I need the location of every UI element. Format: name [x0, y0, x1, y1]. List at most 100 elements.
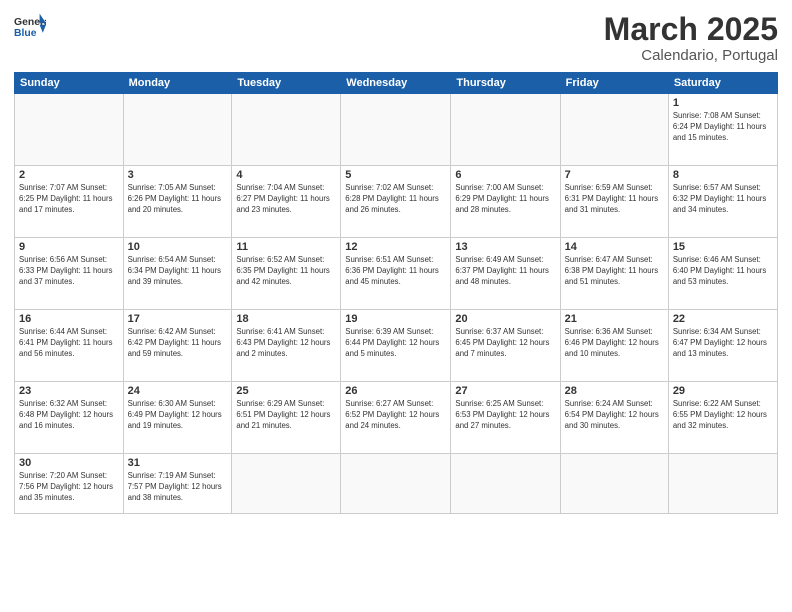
table-row: [451, 94, 560, 166]
day-number: 27: [455, 385, 555, 397]
day-number: 19: [345, 313, 446, 325]
day-info: Sunrise: 6:41 AM Sunset: 6:43 PM Dayligh…: [236, 327, 336, 360]
day-number: 6: [455, 169, 555, 181]
title-block: March 2025 Calendario, Portugal: [604, 12, 778, 64]
table-row: [560, 454, 668, 514]
day-number: 3: [128, 169, 228, 181]
day-info: Sunrise: 6:56 AM Sunset: 6:33 PM Dayligh…: [19, 255, 119, 288]
table-row: 5Sunrise: 7:02 AM Sunset: 6:28 PM Daylig…: [341, 166, 451, 238]
table-row: 29 Sunrise: 6:22 AM Sunset: 6:55 PM Dayli…: [668, 382, 777, 454]
table-row: 2 Sunrise: 7:07 AM Sunset: 6:25 PM Daylig…: [15, 166, 124, 238]
day-info: Sunrise: 6:36 AM Sunset: 6:46 PM Dayligh…: [565, 327, 664, 360]
table-row: 27 Sunrise: 6:25 AM Sunset: 6:53 PM Dayli…: [451, 382, 560, 454]
table-row: 15 Sunrise: 6:46 AM Sunset: 6:40 PM Dayli…: [668, 238, 777, 310]
table-row: [341, 454, 451, 514]
table-row: 11Sunrise: 6:52 AM Sunset: 6:35 PM Dayli…: [232, 238, 341, 310]
day-info: Sunrise: 6:24 AM Sunset: 6:54 PM Dayligh…: [565, 399, 664, 432]
day-info: Sunrise: 6:57 AM Sunset: 6:32 PM Dayligh…: [673, 183, 773, 216]
day-info: Sunrise: 7:19 AM Sunset: 7:57 PM Dayligh…: [128, 471, 228, 504]
day-info: Sunrise: 6:25 AM Sunset: 6:53 PM Dayligh…: [455, 399, 555, 432]
table-row: 25 Sunrise: 6:29 AM Sunset: 6:51 PM Dayli…: [232, 382, 341, 454]
table-row: 30 Sunrise: 7:20 AM Sunset: 7:56 PM Dayli…: [15, 454, 124, 514]
day-number: 24: [128, 385, 228, 397]
day-number: 28: [565, 385, 664, 397]
day-number: 26: [345, 385, 446, 397]
day-info: Sunrise: 6:51 AM Sunset: 6:36 PM Dayligh…: [345, 255, 446, 288]
day-number: 25: [236, 385, 336, 397]
day-number: 11: [236, 241, 336, 253]
header: General Blue March 2025 Calendario, Port…: [14, 12, 778, 64]
day-info: Sunrise: 6:46 AM Sunset: 6:40 PM Dayligh…: [673, 255, 773, 288]
table-row: 23 Sunrise: 6:32 AM Sunset: 6:48 PM Dayli…: [15, 382, 124, 454]
table-row: 3Sunrise: 7:05 AM Sunset: 6:26 PM Daylig…: [123, 166, 232, 238]
col-monday: Monday: [123, 73, 232, 94]
day-info: Sunrise: 7:20 AM Sunset: 7:56 PM Dayligh…: [19, 471, 119, 504]
day-number: 8: [673, 169, 773, 181]
table-row: 21 Sunrise: 6:36 AM Sunset: 6:46 PM Dayli…: [560, 310, 668, 382]
table-row: 31 Sunrise: 7:19 AM Sunset: 7:57 PM Dayli…: [123, 454, 232, 514]
day-info: Sunrise: 7:07 AM Sunset: 6:25 PM Dayligh…: [19, 183, 119, 216]
day-number: 12: [345, 241, 446, 253]
table-row: 28 Sunrise: 6:24 AM Sunset: 6:54 PM Dayli…: [560, 382, 668, 454]
table-row: [232, 94, 341, 166]
day-number: 2: [19, 169, 119, 181]
table-row: 1Sunrise: 7:08 AM Sunset: 6:24 PM Daylig…: [668, 94, 777, 166]
day-info: Sunrise: 6:32 AM Sunset: 6:48 PM Dayligh…: [19, 399, 119, 432]
day-number: 5: [345, 169, 446, 181]
table-row: [668, 454, 777, 514]
day-info: Sunrise: 6:37 AM Sunset: 6:45 PM Dayligh…: [455, 327, 555, 360]
table-row: [451, 454, 560, 514]
day-number: 21: [565, 313, 664, 325]
table-row: 8 Sunrise: 6:57 AM Sunset: 6:32 PM Daylig…: [668, 166, 777, 238]
col-saturday: Saturday: [668, 73, 777, 94]
table-row: 16 Sunrise: 6:44 AM Sunset: 6:41 PM Dayli…: [15, 310, 124, 382]
logo: General Blue: [14, 12, 46, 40]
day-number: 29: [673, 385, 773, 397]
table-row: 22 Sunrise: 6:34 AM Sunset: 6:47 PM Dayli…: [668, 310, 777, 382]
day-info: Sunrise: 7:08 AM Sunset: 6:24 PM Dayligh…: [673, 111, 773, 144]
col-wednesday: Wednesday: [341, 73, 451, 94]
day-number: 14: [565, 241, 664, 253]
month-title: March 2025: [604, 12, 778, 47]
table-row: 13 Sunrise: 6:49 AM Sunset: 6:37 PM Dayli…: [451, 238, 560, 310]
col-tuesday: Tuesday: [232, 73, 341, 94]
table-row: 18 Sunrise: 6:41 AM Sunset: 6:43 PM Dayli…: [232, 310, 341, 382]
day-info: Sunrise: 6:34 AM Sunset: 6:47 PM Dayligh…: [673, 327, 773, 360]
day-info: Sunrise: 7:00 AM Sunset: 6:29 PM Dayligh…: [455, 183, 555, 216]
col-thursday: Thursday: [451, 73, 560, 94]
table-row: 20Sunrise: 6:37 AM Sunset: 6:45 PM Dayli…: [451, 310, 560, 382]
day-number: 23: [19, 385, 119, 397]
svg-text:Blue: Blue: [14, 28, 37, 39]
day-number: 9: [19, 241, 119, 253]
day-info: Sunrise: 6:54 AM Sunset: 6:34 PM Dayligh…: [128, 255, 228, 288]
day-info: Sunrise: 6:29 AM Sunset: 6:51 PM Dayligh…: [236, 399, 336, 432]
col-friday: Friday: [560, 73, 668, 94]
table-row: 6 Sunrise: 7:00 AM Sunset: 6:29 PM Daylig…: [451, 166, 560, 238]
day-number: 16: [19, 313, 119, 325]
table-row: [123, 94, 232, 166]
day-info: Sunrise: 6:27 AM Sunset: 6:52 PM Dayligh…: [345, 399, 446, 432]
table-row: [232, 454, 341, 514]
day-number: 22: [673, 313, 773, 325]
day-info: Sunrise: 6:44 AM Sunset: 6:41 PM Dayligh…: [19, 327, 119, 360]
day-number: 15: [673, 241, 773, 253]
table-row: 14 Sunrise: 6:47 AM Sunset: 6:38 PM Dayli…: [560, 238, 668, 310]
day-number: 13: [455, 241, 555, 253]
table-row: 4Sunrise: 7:04 AM Sunset: 6:27 PM Daylig…: [232, 166, 341, 238]
day-info: Sunrise: 6:59 AM Sunset: 6:31 PM Dayligh…: [565, 183, 664, 216]
day-number: 30: [19, 457, 119, 469]
table-row: [560, 94, 668, 166]
col-sunday: Sunday: [15, 73, 124, 94]
logo-icon: General Blue: [14, 12, 46, 40]
table-row: 10 Sunrise: 6:54 AM Sunset: 6:34 PM Dayli…: [123, 238, 232, 310]
day-number: 7: [565, 169, 664, 181]
day-number: 18: [236, 313, 336, 325]
table-row: [341, 94, 451, 166]
day-info: Sunrise: 6:39 AM Sunset: 6:44 PM Dayligh…: [345, 327, 446, 360]
day-number: 31: [128, 457, 228, 469]
day-info: Sunrise: 6:47 AM Sunset: 6:38 PM Dayligh…: [565, 255, 664, 288]
day-info: Sunrise: 6:22 AM Sunset: 6:55 PM Dayligh…: [673, 399, 773, 432]
day-info: Sunrise: 6:49 AM Sunset: 6:37 PM Dayligh…: [455, 255, 555, 288]
calendar-table: Sunday Monday Tuesday Wednesday Thursday…: [14, 72, 778, 514]
day-number: 10: [128, 241, 228, 253]
